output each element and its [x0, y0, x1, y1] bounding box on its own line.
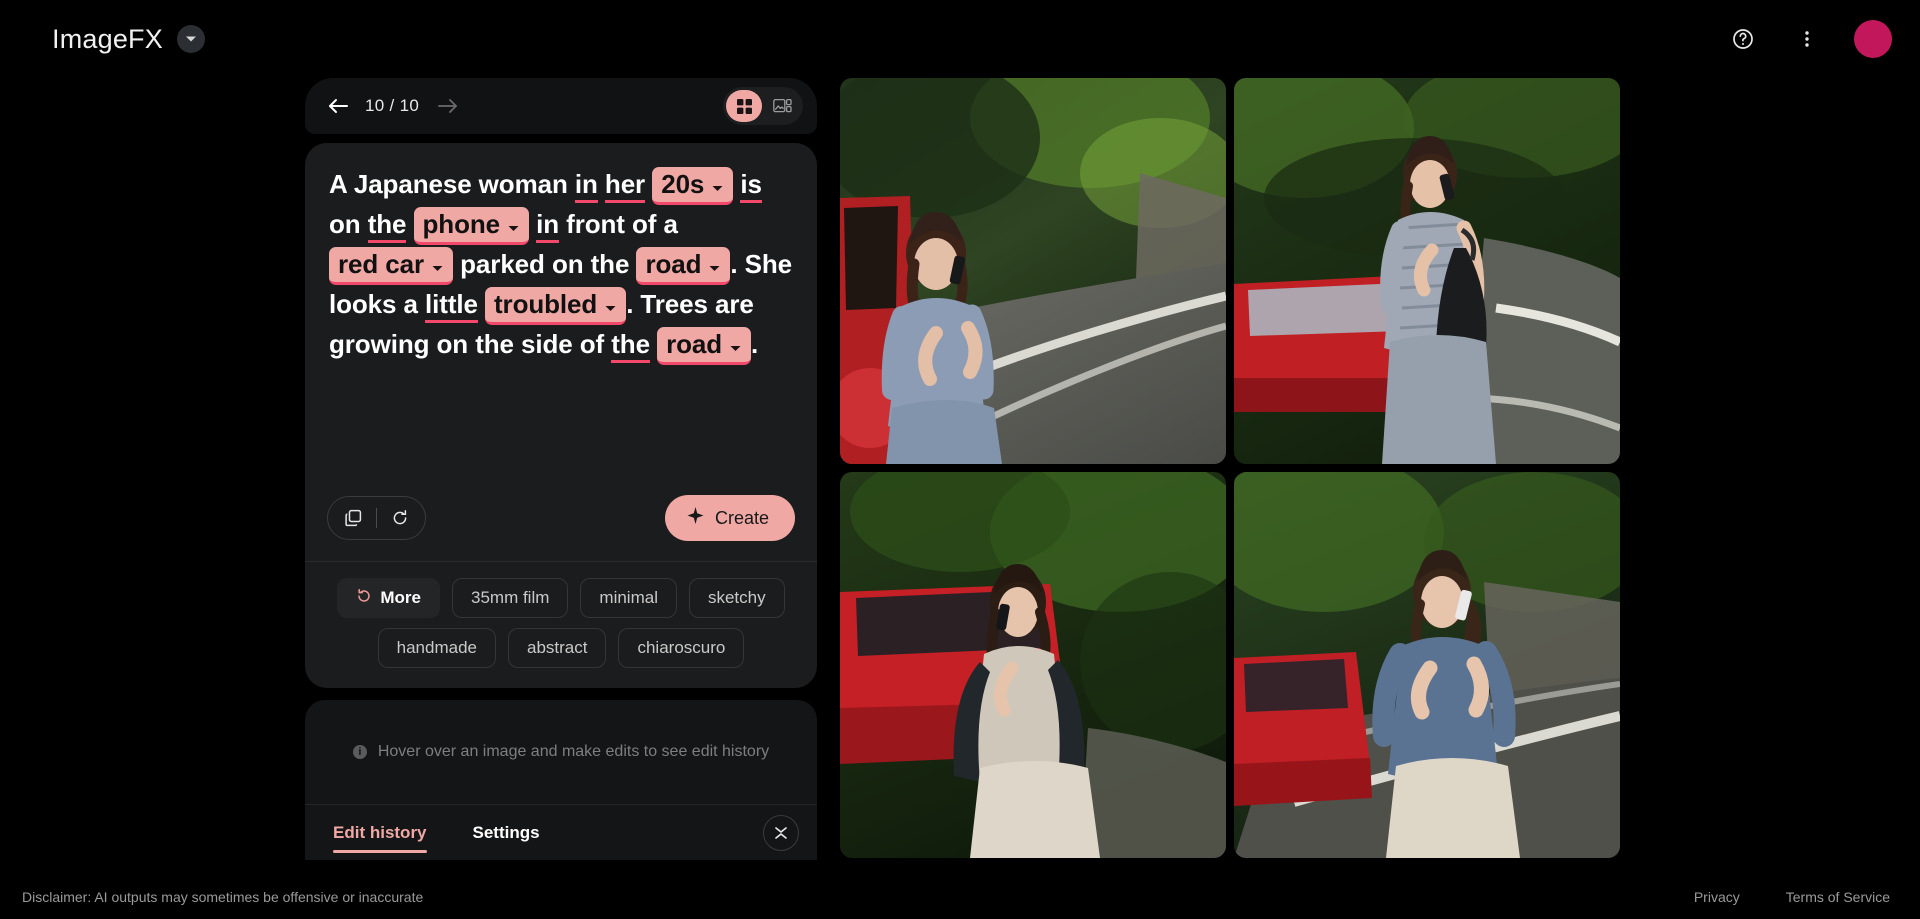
- prompt-chip[interactable]: phone: [413, 207, 530, 245]
- generated-image-1[interactable]: [840, 78, 1226, 464]
- prompt-actions: Create: [305, 475, 817, 561]
- arrow-right-icon[interactable]: [431, 89, 465, 123]
- edit-history-panel: i Hover over an image and make edits to …: [305, 700, 817, 860]
- style-chip-sketchy[interactable]: sketchy: [688, 578, 785, 618]
- edit-history-empty-state: i Hover over an image and make edits to …: [305, 700, 817, 804]
- privacy-link[interactable]: Privacy: [1694, 889, 1740, 905]
- prompt-chip[interactable]: road: [657, 327, 752, 365]
- history-tabs: Edit history Settings: [305, 804, 817, 860]
- style-chip-chiaroscuro[interactable]: chiaroscuro: [618, 628, 745, 668]
- prompt-editable-word[interactable]: in: [536, 209, 559, 243]
- prompt-chip-label: phone: [422, 209, 501, 239]
- prompt-chip[interactable]: red car: [329, 247, 454, 285]
- prompt-editable-word[interactable]: the: [367, 209, 406, 243]
- copy-icon[interactable]: [334, 499, 372, 537]
- edit-history-empty-message: Hover over an image and make edits to se…: [377, 743, 770, 760]
- style-chip-label: sketchy: [707, 588, 766, 607]
- chevron-down-icon[interactable]: [176, 25, 205, 53]
- style-suggestion-chips: More 35mm film minimal sketchy handmade abstr…: [305, 562, 817, 688]
- disclaimer-text: Disclaimer: AI outputs may sometimes be …: [22, 889, 424, 905]
- sparkle-icon: [687, 507, 704, 529]
- style-chip-handmade[interactable]: handmade: [377, 628, 496, 668]
- top-bar-actions: [1722, 18, 1892, 60]
- style-chip-label: handmade: [396, 638, 477, 657]
- top-bar: ImageFX: [0, 0, 1920, 78]
- tab-settings[interactable]: Settings: [473, 805, 540, 861]
- prompt-editable-word[interactable]: little: [425, 289, 478, 323]
- prompt-editable-word[interactable]: her: [604, 169, 645, 203]
- generated-image-2[interactable]: [1234, 78, 1620, 464]
- chevron-down-icon: [711, 168, 724, 200]
- more-vertical-icon[interactable]: [1786, 18, 1828, 60]
- prompt-chip[interactable]: troubled: [485, 287, 627, 325]
- grid-view-icon[interactable]: [726, 90, 762, 122]
- prompt-chip[interactable]: 20s: [652, 167, 734, 205]
- info-icon: i: [352, 745, 367, 759]
- prompt-editable-word[interactable]: is: [740, 169, 762, 203]
- prompt-chip-label: road: [645, 249, 702, 279]
- prompt-chip[interactable]: road: [636, 247, 731, 285]
- prompt-card: A Japanese woman in her 20s is on the ph…: [305, 143, 817, 688]
- prompt-text[interactable]: A Japanese woman in her 20s is on the ph…: [329, 165, 793, 365]
- chevron-down-icon: [708, 248, 721, 280]
- prompt-chip-label: red car: [338, 249, 425, 279]
- style-chip-minimal[interactable]: minimal: [580, 578, 677, 618]
- brand: ImageFX: [52, 24, 205, 55]
- refresh-icon[interactable]: [381, 499, 419, 537]
- image-results-grid: [840, 78, 1620, 858]
- prompt-editable-word[interactable]: in: [574, 169, 598, 203]
- refresh-icon: [356, 588, 372, 609]
- style-chip-label: minimal: [599, 588, 658, 607]
- chevron-down-icon: [729, 328, 742, 360]
- footer-links: Privacy Terms of Service: [1694, 889, 1890, 905]
- collapse-expand-icon[interactable]: [763, 815, 799, 851]
- left-panel: 10 / 10 A Japanese woman in her 20s is o…: [305, 78, 817, 688]
- view-toggle: [723, 87, 803, 125]
- create-button[interactable]: Create: [664, 495, 795, 541]
- generated-image-4[interactable]: [1234, 472, 1620, 858]
- generated-image-3[interactable]: [840, 472, 1226, 858]
- image-counter: 10 / 10: [365, 96, 420, 115]
- style-chip-label: abstract: [526, 638, 588, 657]
- style-chip-label: More: [380, 588, 421, 607]
- create-button-label: Create: [714, 507, 769, 528]
- style-chip-35mm-film[interactable]: 35mm film: [452, 578, 569, 618]
- style-chip-label: chiaroscuro: [637, 638, 726, 657]
- footer: Disclaimer: AI outputs may sometimes be …: [0, 875, 1920, 919]
- prompt-tools: [327, 496, 426, 540]
- prompt-chip-label: road: [666, 329, 723, 359]
- prompt-editable-word[interactable]: the: [611, 329, 650, 363]
- avatar[interactable]: [1854, 20, 1892, 58]
- terms-of-service-link[interactable]: Terms of Service: [1786, 889, 1890, 905]
- style-chip-abstract[interactable]: abstract: [507, 628, 607, 668]
- image-navigation-bar: 10 / 10: [305, 78, 817, 134]
- chevron-down-icon: [604, 288, 617, 320]
- tab-edit-history[interactable]: Edit history: [333, 805, 427, 861]
- chevron-down-icon: [431, 248, 444, 280]
- prompt-chip-label: troubled: [494, 289, 598, 319]
- prompt-chip-label: 20s: [661, 169, 705, 199]
- prompt-body[interactable]: A Japanese woman in her 20s is on the ph…: [305, 143, 817, 475]
- detail-view-icon[interactable]: [764, 90, 800, 122]
- help-circle-icon[interactable]: [1722, 18, 1764, 60]
- app-title: ImageFX: [52, 23, 163, 54]
- divider: [376, 508, 377, 528]
- arrow-left-icon[interactable]: [321, 89, 355, 123]
- style-chip-label: 35mm film: [471, 588, 550, 607]
- imagefx-app: ImageFX 10 / 10 A Japanese woman in her …: [0, 0, 1920, 919]
- chevron-down-icon: [507, 208, 520, 240]
- style-chip-more[interactable]: More: [337, 578, 440, 618]
